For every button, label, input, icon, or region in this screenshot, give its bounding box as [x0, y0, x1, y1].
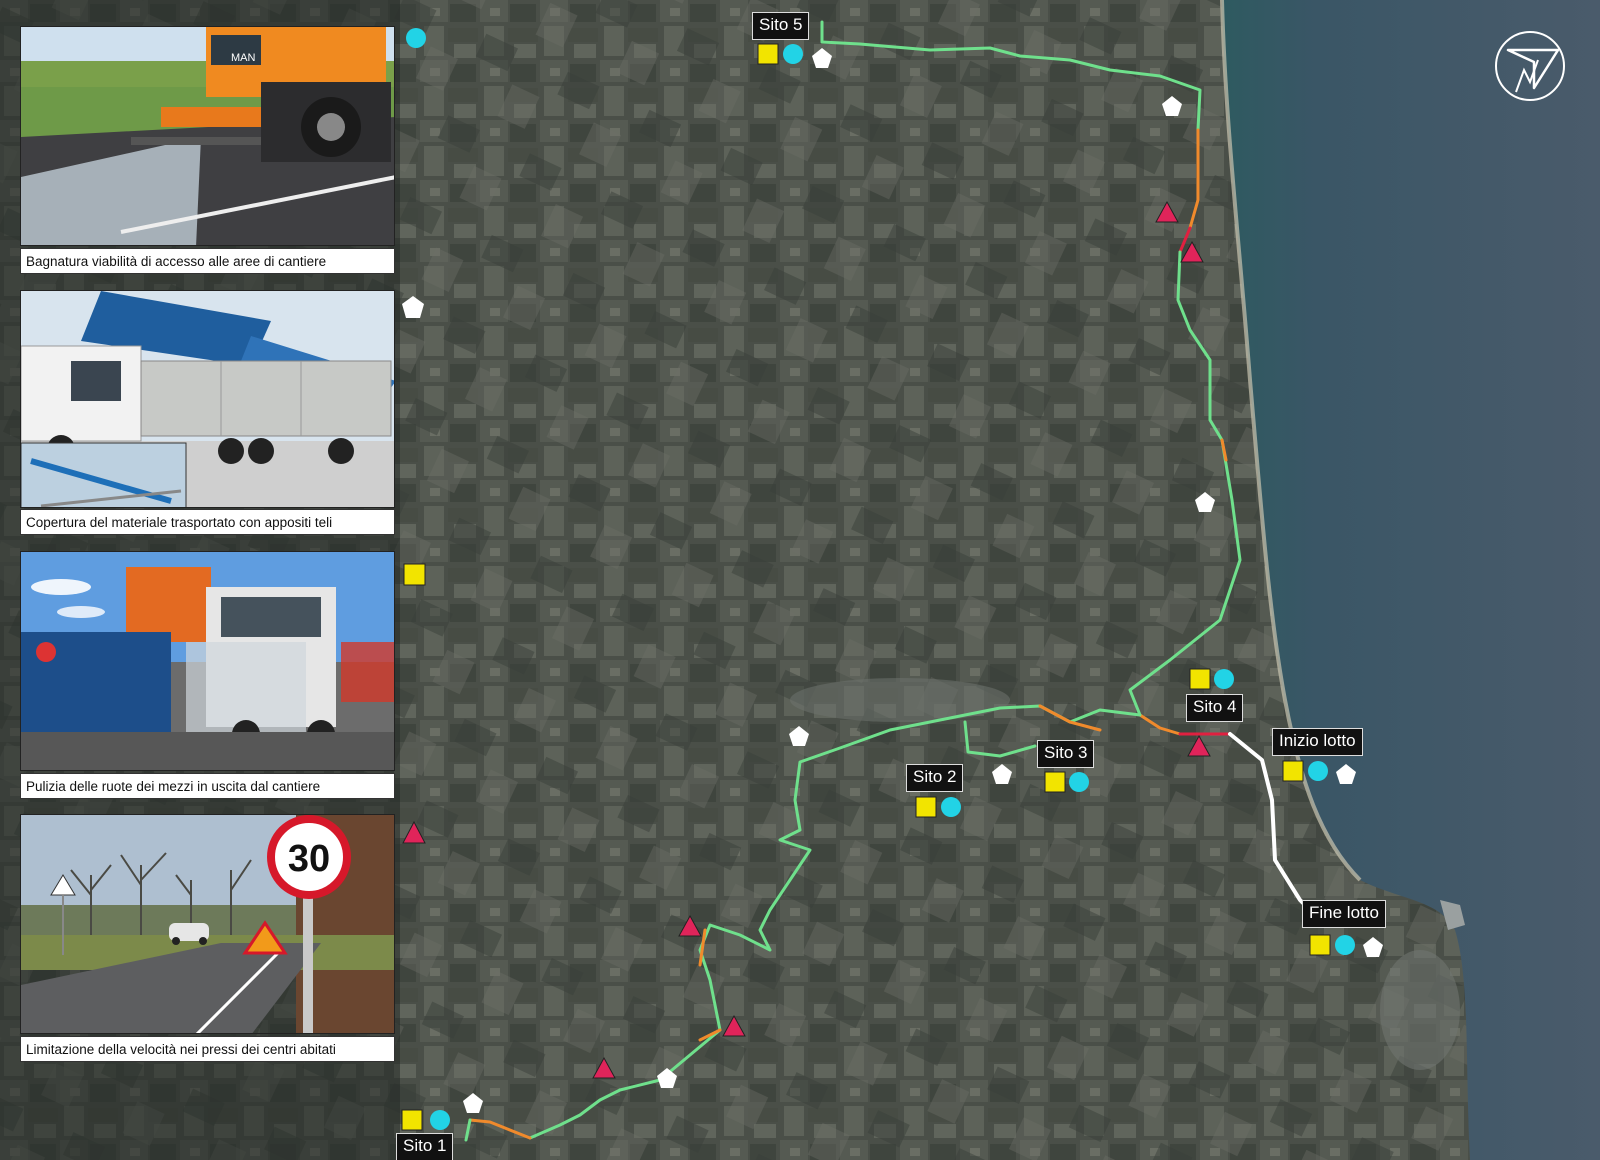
- caption-copertura: Copertura del materiale trasportato con …: [20, 509, 395, 535]
- inizio-lotto-label: Inizio lotto: [1272, 728, 1363, 756]
- sito3-square-icon[interactable]: [1044, 771, 1066, 793]
- sito5-square-icon[interactable]: [757, 43, 779, 65]
- cyan-circle-icon[interactable]: [406, 28, 426, 48]
- sito4-square-icon[interactable]: [1189, 668, 1211, 690]
- sito2-square-icon[interactable]: [915, 796, 937, 818]
- fine-lotto-label: Fine lotto: [1302, 900, 1386, 928]
- sito4-label: Sito 4: [1186, 694, 1244, 722]
- urban-area-south: [1380, 950, 1460, 1070]
- sito3-label: Sito 3: [1037, 740, 1095, 768]
- photo-covered-truck: [20, 290, 395, 508]
- sito1-circle-icon[interactable]: [430, 1110, 450, 1130]
- caption-limitazione: Limitazione della velocità nei pressi de…: [20, 1036, 395, 1062]
- map-stage: Sito 5 Sito 4 Inizio lotto Sito 3 Sito 2…: [0, 0, 1600, 1160]
- sito1-label: Sito 1: [396, 1133, 454, 1160]
- panel-limitazione: 30 Limitazione della velocità nei pressi…: [20, 814, 395, 1062]
- sito2-circle-icon[interactable]: [941, 797, 961, 817]
- panel-pulizia: Pulizia delle ruote dei mezzi in uscita …: [20, 551, 395, 799]
- north-arrow-icon: [1495, 31, 1565, 101]
- speed-sign-text: 30: [288, 838, 330, 880]
- photo-speed-limit: 30: [20, 814, 395, 1034]
- sito5-label: Sito 5: [752, 12, 810, 40]
- caption-bagnatura: Bagnatura viabilità di accesso alle aree…: [20, 248, 395, 274]
- sito2-label: Sito 2: [906, 764, 964, 792]
- fine-circle-icon[interactable]: [1335, 935, 1355, 955]
- photo-sprinkler-truck: MAN: [20, 26, 395, 246]
- wheel-wash-image: [21, 552, 394, 770]
- speed-limit-image: 30: [21, 815, 394, 1033]
- panel-bagnatura: MAN Bagnatura viabilità di accesso alle …: [20, 26, 395, 274]
- yellow-square-icon[interactable]: [403, 563, 426, 586]
- panel-copertura: Copertura del materiale trasportato con …: [20, 290, 395, 536]
- sito4-circle-icon[interactable]: [1214, 669, 1234, 689]
- fine-square-icon[interactable]: [1309, 934, 1331, 956]
- caption-pulizia: Pulizia delle ruote dei mezzi in uscita …: [20, 773, 395, 799]
- sprinkler-truck-image: MAN: [21, 27, 394, 245]
- truck-brand-text: MAN: [231, 52, 256, 64]
- photo-wheel-wash: [20, 551, 395, 771]
- urban-area-valley: [790, 678, 1010, 722]
- sito3-circle-icon[interactable]: [1069, 772, 1089, 792]
- inizio-square-icon[interactable]: [1282, 760, 1304, 782]
- sito1-square-icon[interactable]: [401, 1109, 423, 1131]
- inizio-circle-icon[interactable]: [1308, 761, 1328, 781]
- covered-truck-image: [21, 291, 394, 507]
- sito5-circle-icon[interactable]: [783, 44, 803, 64]
